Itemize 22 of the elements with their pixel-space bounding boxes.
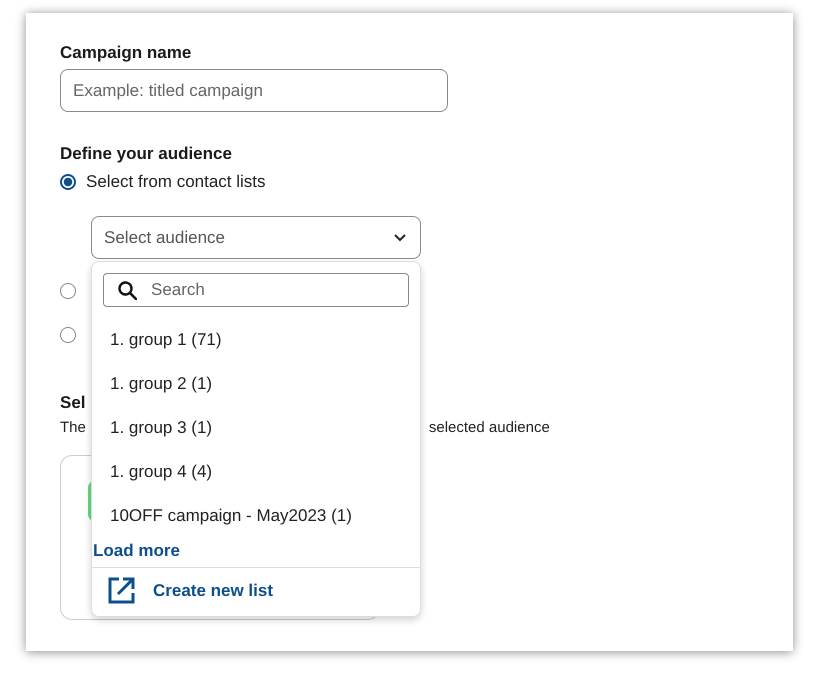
create-list-link[interactable]: Create new list xyxy=(92,567,420,604)
search-icon xyxy=(118,281,137,300)
section-label: Define your audience xyxy=(60,144,233,164)
dropdown-select[interactable]: Select audience xyxy=(91,216,421,259)
list-option[interactable]: 1. group 2 (1) xyxy=(92,362,420,406)
list-option[interactable]: 10OFF campaign - May2023 (1) xyxy=(92,494,420,538)
radio-button[interactable] xyxy=(60,174,76,190)
load-more-link[interactable]: Load more xyxy=(93,540,420,567)
input-field[interactable]: Example: titled campaign xyxy=(60,69,448,112)
list-option[interactable]: 1. group 1 (71) xyxy=(92,318,420,362)
section-title: Sel xyxy=(60,393,86,413)
description-text: The xyxy=(60,419,86,436)
search-field[interactable]: Search xyxy=(103,273,409,307)
radio-button[interactable] xyxy=(60,283,76,299)
radio-button[interactable] xyxy=(60,327,76,343)
list-option[interactable]: 1. group 3 (1) xyxy=(92,406,420,450)
radio-label: Select from contact lists xyxy=(86,172,266,192)
field-label: Campaign name xyxy=(60,43,192,63)
chevron-down-icon xyxy=(394,234,406,242)
external-link-icon xyxy=(108,577,135,604)
description-text: selected audience xyxy=(428,419,550,436)
list-option[interactable]: 1. group 4 (4) xyxy=(92,450,420,494)
